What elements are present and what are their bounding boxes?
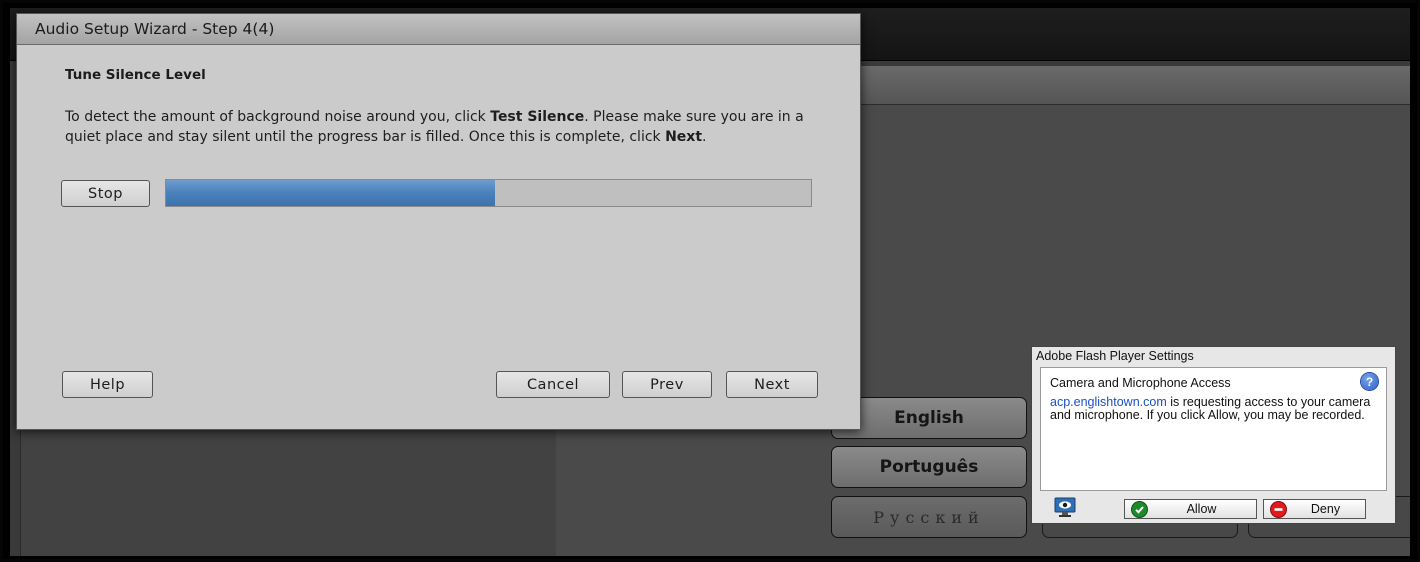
test-silence-emphasis: Test Silence [490, 109, 585, 125]
language-button-russian[interactable]: Русский [831, 496, 1027, 538]
camera-microphone-heading: Camera and Microphone Access [1050, 376, 1231, 390]
help-button[interactable]: Help [62, 371, 153, 398]
requesting-domain: acp.englishtown.com [1050, 395, 1167, 409]
check-circle-icon [1132, 501, 1147, 517]
allow-label: Allow [1186, 502, 1217, 516]
camera-monitor-icon[interactable] [1054, 497, 1076, 519]
cancel-button[interactable]: Cancel [496, 371, 610, 398]
flash-player-settings-panel: Adobe Flash Player Settings Camera and M… [1031, 346, 1396, 524]
wizard-instructions: To detect the amount of background noise… [65, 109, 804, 145]
next-button[interactable]: Next [726, 371, 818, 398]
stop-button[interactable]: Stop [61, 180, 150, 207]
deny-button[interactable]: Deny [1263, 499, 1366, 519]
flash-settings-title: Adobe Flash Player Settings [1036, 349, 1194, 363]
allow-button[interactable]: Allow [1124, 499, 1257, 519]
silence-progress-bar [165, 179, 812, 207]
language-button-portuguese[interactable]: Português [831, 446, 1027, 488]
help-question-icon[interactable]: ? [1361, 373, 1378, 390]
permission-message: acp.englishtown.com is requesting access… [1050, 395, 1371, 422]
prev-button[interactable]: Prev [622, 371, 712, 398]
wizard-heading: Tune Silence Level [65, 67, 206, 83]
no-entry-icon [1271, 501, 1286, 517]
wizard-title-bar[interactable]: Audio Setup Wizard - Step 4(4) [17, 14, 860, 45]
audio-setup-wizard-dialog: Audio Setup Wizard - Step 4(4) Tune Sile… [16, 13, 861, 430]
next-emphasis: Next [665, 129, 703, 145]
flash-settings-content: Camera and Microphone Access ? acp.engli… [1040, 367, 1387, 491]
silence-progress-fill [166, 180, 495, 206]
deny-label: Deny [1310, 502, 1341, 516]
wizard-title: Audio Setup Wizard - Step 4(4) [35, 20, 275, 38]
